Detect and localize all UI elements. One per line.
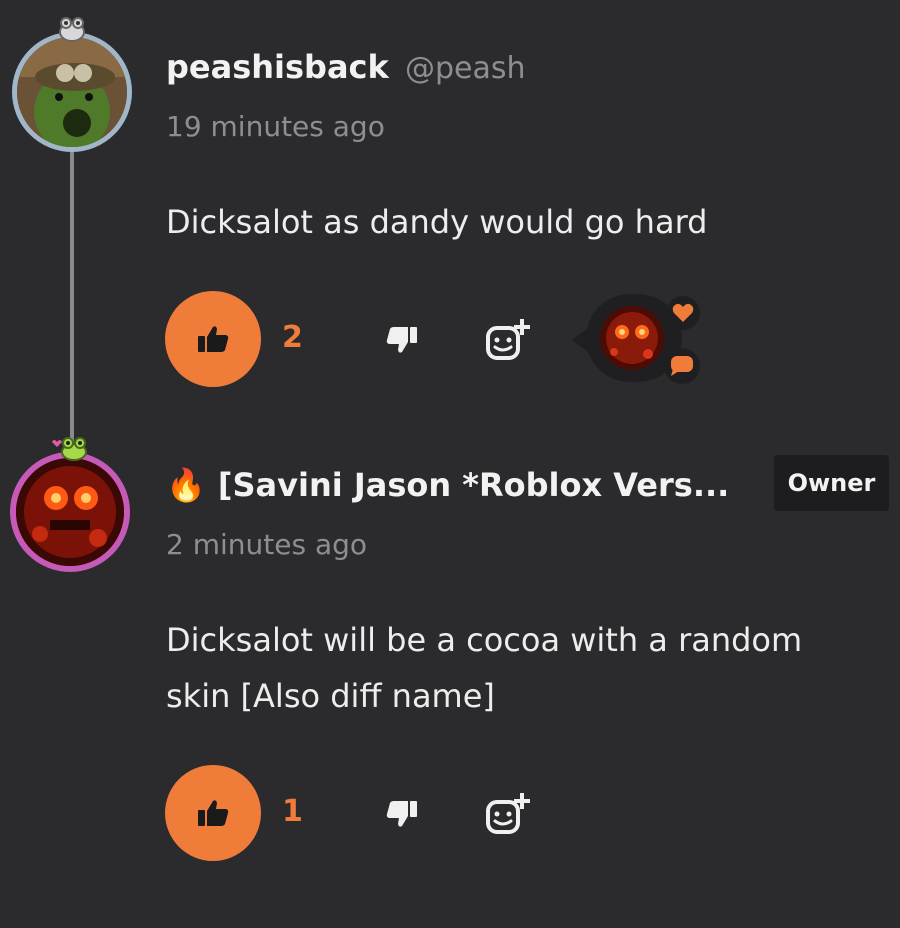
comment-username[interactable]: peashisback <box>166 48 389 86</box>
thumbs-up-icon <box>198 800 229 826</box>
heart-icon <box>672 303 694 322</box>
add-reaction-icon <box>486 319 530 360</box>
like-button[interactable] <box>165 291 261 387</box>
dislike-button[interactable] <box>385 325 419 355</box>
comment-handle[interactable]: @peash <box>405 51 526 86</box>
comment-body: Dicksalot as dandy would go hard <box>166 203 708 241</box>
thumbs-up-icon <box>198 326 229 352</box>
add-reaction-button[interactable] <box>484 318 530 362</box>
add-reaction-icon <box>486 793 530 834</box>
heart-reaction <box>666 296 700 330</box>
thread-connector-line <box>70 150 74 450</box>
comment-body-line-1: Dicksalot will be a cocoa with a random <box>166 621 803 659</box>
like-button[interactable] <box>165 765 261 861</box>
chat-reaction <box>664 348 700 384</box>
like-count: 1 <box>282 794 303 829</box>
reactor-avatar[interactable] <box>600 306 664 370</box>
avatar-peashisback[interactable] <box>12 32 132 152</box>
frog-badge-icon <box>48 434 88 466</box>
owner-badge: Owner <box>774 455 889 511</box>
fire-icon: 🔥 <box>166 466 206 504</box>
comment-timestamp: 2 minutes ago <box>166 528 368 561</box>
avatar-savini-jason[interactable] <box>10 452 130 572</box>
frog-badge-icon <box>58 16 86 46</box>
add-reaction-button[interactable] <box>484 792 530 836</box>
thumbs-down-icon <box>386 801 417 827</box>
dislike-button[interactable] <box>385 799 419 829</box>
thumbs-down-icon <box>386 327 417 353</box>
like-count: 2 <box>282 320 303 355</box>
comment-body-line-2: skin [Also diff name] <box>166 677 495 715</box>
reaction-cluster[interactable] <box>572 294 712 386</box>
comment-timestamp: 19 minutes ago <box>166 110 385 143</box>
username-text[interactable]: [Savini Jason *Roblox Vers... <box>218 466 729 504</box>
chat-bubble-icon <box>671 356 693 376</box>
comment-username[interactable]: 🔥 [Savini Jason *Roblox Vers... <box>166 466 729 504</box>
